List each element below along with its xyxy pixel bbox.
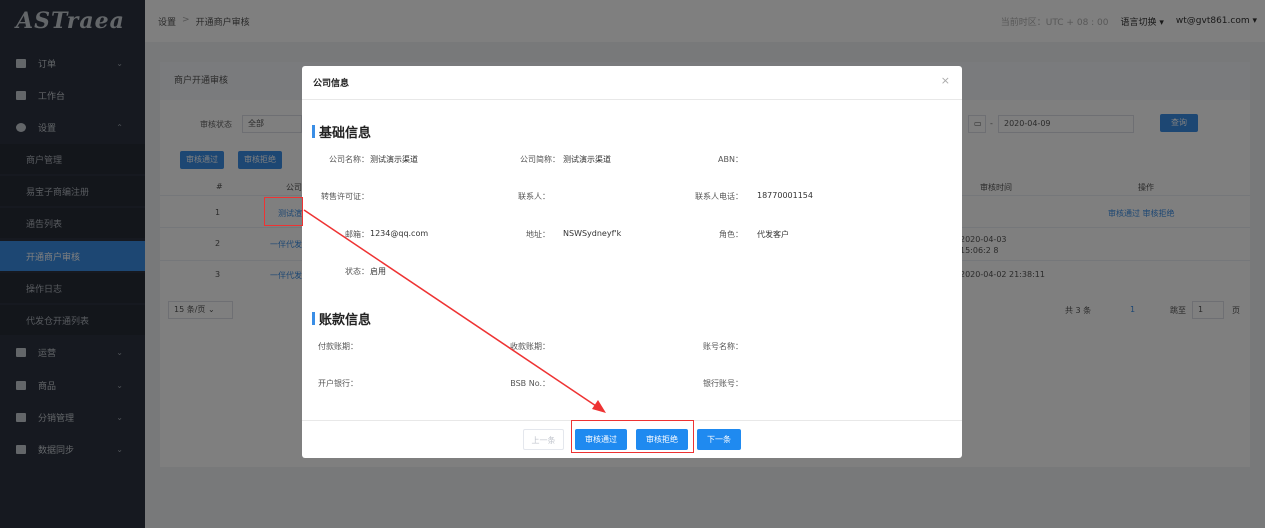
arrow-head (592, 400, 606, 413)
arrow-line (303, 209, 603, 411)
annotation-arrow (303, 209, 606, 413)
